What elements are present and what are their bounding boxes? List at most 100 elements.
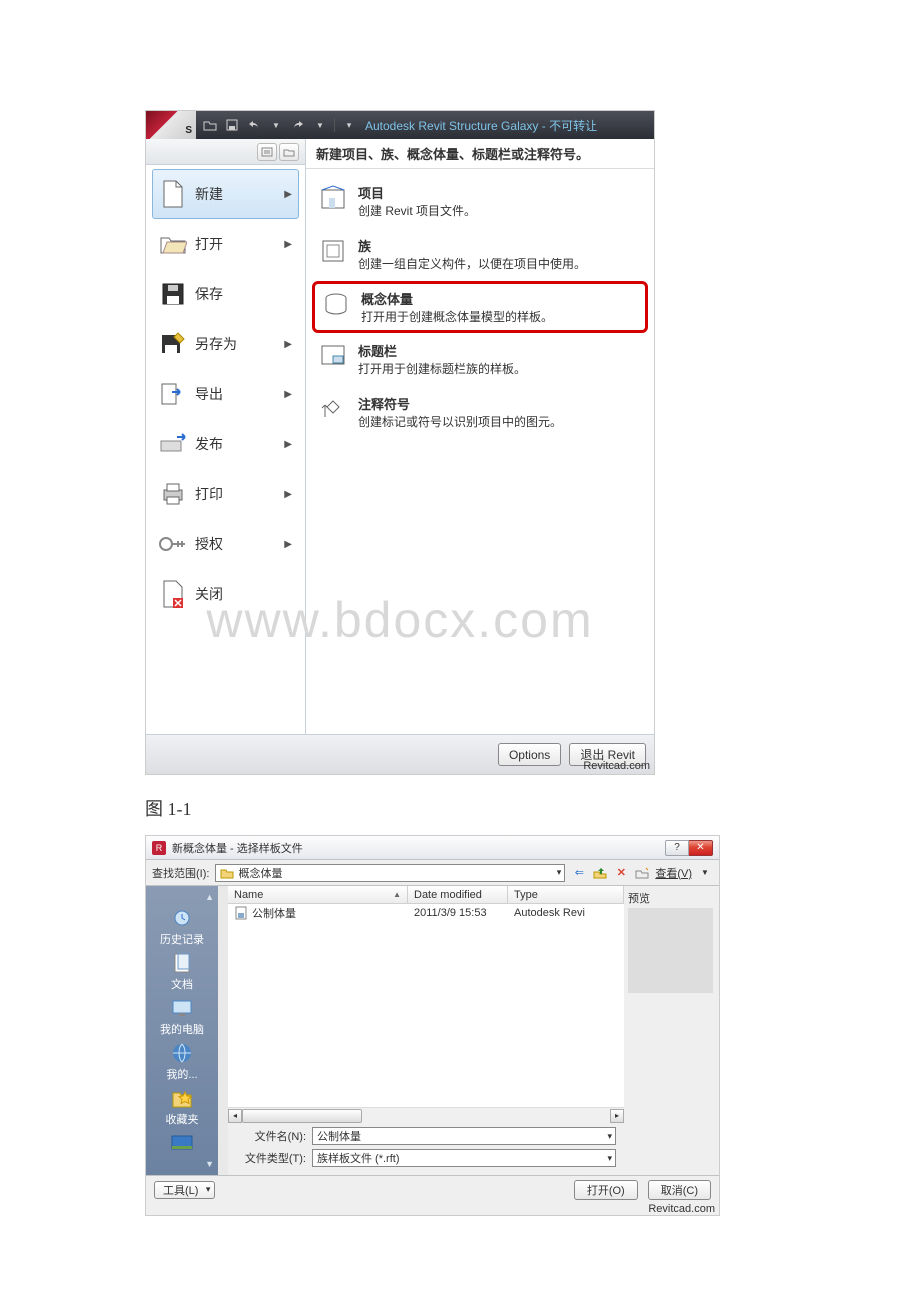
item-title: 注释符号 [358,394,562,413]
undo-dropdown-icon[interactable]: ▼ [268,117,284,133]
redo-dropdown-icon[interactable]: ▼ [312,117,328,133]
menu-label: 关闭 [195,584,292,604]
documents-icon [168,951,196,975]
new-file-icon [159,180,187,208]
col-date[interactable]: Date modified [408,886,508,903]
scroll-left-icon[interactable]: ◂ [228,1109,242,1123]
dialog-titlebar: R 新概念体量 - 选择样板文件 ? ✕ [146,836,719,860]
close-button[interactable]: ✕ [689,840,713,856]
credit-text: Revitcad.com [146,1203,719,1215]
lookin-value: 概念体量 [238,865,282,881]
scroll-thumb[interactable] [242,1109,362,1123]
folder-icon [220,867,234,879]
col-type[interactable]: Type [508,886,624,903]
app-menu-screenshot: S ▼ ▼ ▾ Autodesk Revit Structur [145,110,655,775]
place-label: 我的... [166,1066,197,1082]
project-icon [318,183,348,213]
cancel-button[interactable]: 取消(C) [648,1180,711,1200]
scroll-right-icon[interactable]: ▸ [610,1109,624,1123]
place-history[interactable]: 历史记录 [160,906,204,947]
up-icon[interactable] [592,865,608,881]
place-label: 历史记录 [160,931,204,947]
menu-label: 导出 [195,384,276,404]
delete-icon[interactable]: ✕ [613,865,629,881]
place-documents[interactable]: 文档 [168,951,196,992]
new-annotation[interactable]: 注释符号 创建标记或符号以识别项目中的图元。 [306,386,654,439]
file-row[interactable]: 公制体量 2011/3/9 15:53 Autodesk Revi [228,904,624,922]
new-folder-icon[interactable] [634,865,650,881]
places-bar: ▲ 历史记录 文档 我的电脑 我的... [146,886,218,1175]
col-name[interactable]: Name▲ [228,886,408,903]
recent-small-icon[interactable] [257,143,277,161]
menu-label: 新建 [195,184,276,204]
saveas-icon [159,330,187,358]
help-button[interactable]: ? [665,840,689,856]
menu-print[interactable]: 打印 ▶ [152,469,299,519]
quick-access-toolbar: ▼ ▼ ▾ [202,117,357,133]
menu-save[interactable]: 保存 [152,269,299,319]
place-computer[interactable]: 我的电脑 [160,996,204,1037]
menu-saveas[interactable]: 另存为 ▶ [152,319,299,369]
right-panel-header: 新建项目、族、概念体量、标题栏或注释符号。 [306,139,654,169]
hscrollbar[interactable]: ◂ ▸ [228,1107,624,1123]
export-icon [159,380,187,408]
file-name: 公制体量 [252,905,296,921]
place-favorites[interactable]: 收藏夹 [166,1086,199,1127]
app-menu-left: 新建 ▶ 打开 ▶ 保存 [146,139,306,734]
file-dialog-screenshot: R 新概念体量 - 选择样板文件 ? ✕ 查找范围(I): 概念体量 ⇐ ✕ [145,835,720,1216]
filename-input[interactable]: 公制体量 [312,1127,616,1145]
publish-icon [159,430,187,458]
save-icon[interactable] [224,117,240,133]
figure-caption: 图 1-1 [145,795,920,821]
menu-publish[interactable]: 发布 ▶ [152,419,299,469]
new-project[interactable]: 项目 创建 Revit 项目文件。 [306,175,654,228]
sort-asc-icon: ▲ [393,890,401,899]
back-icon[interactable]: ⇐ [571,865,587,881]
qat-separator [334,118,335,132]
options-button[interactable]: Options [498,743,561,766]
open-icon[interactable] [202,117,218,133]
menu-label: 发布 [195,434,276,454]
view-label[interactable]: 查看(V) [655,865,692,881]
open-button[interactable]: 打开(O) [574,1180,638,1200]
new-conceptual-mass[interactable]: 概念体量 打开用于创建概念体量模型的样板。 [312,281,648,334]
item-title: 标题栏 [358,341,526,360]
place-label: 我的电脑 [160,1021,204,1037]
places-down-icon[interactable]: ▼ [205,1159,214,1169]
places-up-icon[interactable]: ▲ [205,892,214,902]
menu-license[interactable]: 授权 ▶ [152,519,299,569]
tools-button[interactable]: 工具(L) [154,1181,215,1199]
preview-pane: 预览 [624,886,719,1175]
close-file-icon [159,580,187,608]
item-desc: 创建 Revit 项目文件。 [358,203,476,220]
filetype-input[interactable]: 族样板文件 (*.rft) [312,1149,616,1167]
menu-export[interactable]: 导出 ▶ [152,369,299,419]
save-disk-icon [159,280,187,308]
family-icon [318,236,348,266]
qat-customize-icon[interactable]: ▾ [341,117,357,133]
rft-file-icon [234,906,248,920]
place-network[interactable]: 我的... [166,1041,197,1082]
new-family[interactable]: 族 创建一组自定义构件，以便在项目中使用。 [306,228,654,281]
item-desc: 创建标记或符号以识别项目中的图元。 [358,414,562,431]
place-desktop[interactable] [168,1131,196,1155]
menu-new[interactable]: 新建 ▶ [152,169,299,219]
submenu-arrow-icon: ▶ [284,239,292,250]
redo-icon[interactable] [290,117,306,133]
item-desc: 打开用于创建概念体量模型的样板。 [361,309,553,326]
item-title: 族 [358,236,586,255]
new-titleblock[interactable]: 标题栏 打开用于创建标题栏族的样板。 [306,333,654,386]
item-desc: 创建一组自定义构件，以便在项目中使用。 [358,256,586,273]
undo-icon[interactable] [246,117,262,133]
menu-close[interactable]: 关闭 [152,569,299,619]
desktop-icon [168,1131,196,1155]
lookin-combo[interactable]: 概念体量 [215,864,565,882]
item-desc: 打开用于创建标题栏族的样板。 [358,361,526,378]
file-list-header: Name▲ Date modified Type [228,886,624,904]
places-scrollbar[interactable] [218,886,228,1175]
view-dropdown-icon[interactable]: ▼ [697,865,713,881]
conceptual-mass-icon [321,289,351,319]
app-button[interactable]: S [146,111,196,139]
recent-large-icon[interactable] [279,143,299,161]
menu-open[interactable]: 打开 ▶ [152,219,299,269]
